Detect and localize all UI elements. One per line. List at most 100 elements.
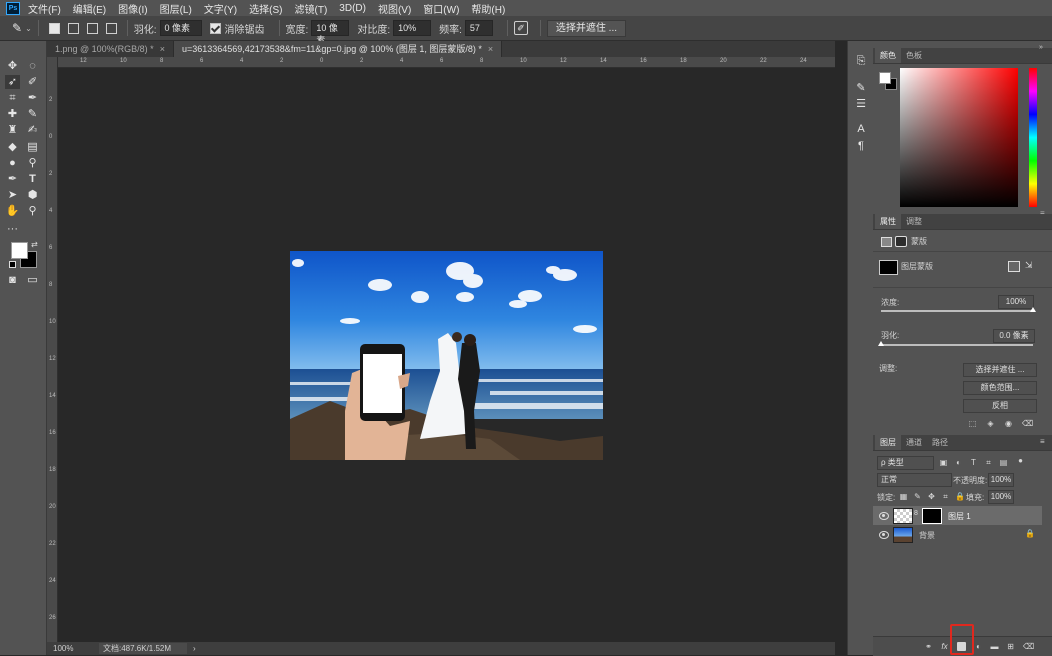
layer-row-background[interactable]: 背景 🔒 — [873, 526, 1042, 543]
antialias-checkbox[interactable] — [209, 22, 221, 34]
zoom-tool-icon[interactable]: ⚲ — [25, 204, 40, 218]
fg-color-mini-swatch[interactable] — [879, 72, 891, 84]
contrast-input[interactable]: 10% — [393, 20, 432, 36]
load-selection-icon[interactable]: ⬚ — [968, 419, 977, 428]
select-and-mask-panel-button[interactable]: 选择并遮住 ... — [963, 363, 1037, 377]
opacity-input[interactable]: 100% — [988, 473, 1014, 487]
tab-channels[interactable]: 通道 — [901, 435, 927, 450]
default-colors-icon[interactable] — [9, 261, 16, 268]
toggle-mask-visibility-icon[interactable]: ◉ — [1004, 419, 1013, 428]
pen-tool-icon[interactable]: ✒ — [5, 172, 20, 186]
menu-view[interactable]: 视图(V) — [378, 1, 411, 16]
lock-artboard-icon[interactable]: ⌗ — [941, 492, 950, 501]
menu-layer[interactable]: 图层(L) — [160, 1, 192, 16]
feather-slider-thumb[interactable] — [878, 341, 884, 346]
character-icon[interactable]: A — [854, 123, 868, 137]
link-chain-icon[interactable]: 8 — [914, 510, 918, 517]
link-icon[interactable]: ⚭ — [924, 642, 933, 651]
menu-filter[interactable]: 滤镜(T) — [295, 1, 328, 16]
select-mask-icon[interactable] — [1008, 261, 1020, 272]
type-tool-icon[interactable]: T — [25, 172, 40, 186]
eraser-tool-icon[interactable]: ◆ — [5, 140, 20, 154]
width-input[interactable]: 10 像素 — [311, 20, 350, 45]
pixel-mask-icon[interactable] — [881, 237, 892, 247]
adjustments-icon[interactable]: ☰ — [854, 97, 868, 111]
brush-settings-icon[interactable]: ✎ — [854, 81, 868, 95]
menu-image[interactable]: 图像(I) — [118, 1, 147, 16]
hand-tool-icon[interactable]: ✋ — [5, 204, 20, 218]
panel-collapse-icon[interactable]: » — [1039, 44, 1043, 51]
healing-brush-tool-icon[interactable]: ✚ — [5, 107, 20, 121]
menu-3d[interactable]: 3D(D) — [339, 3, 366, 14]
frequency-input[interactable]: 57 — [464, 20, 493, 36]
quick-select-tool-icon[interactable]: ✐ — [25, 75, 40, 89]
color-picker-field[interactable] — [900, 68, 1018, 207]
lock-transparent-icon[interactable]: ▦ — [899, 492, 908, 501]
hue-slider[interactable] — [1029, 68, 1037, 207]
lock-position-icon[interactable]: ✥ — [927, 492, 936, 501]
clone-stamp-tool-icon[interactable]: ♜ — [5, 123, 20, 137]
status-menu-arrow[interactable]: › — [193, 644, 196, 653]
tab-wedding-jpg[interactable]: u=3613364569,42173538&fm=11&gp=0.jpg @ 1… — [173, 41, 503, 57]
filter-adjustment-icon[interactable]: ◐ — [954, 458, 963, 467]
vector-mask-icon[interactable] — [895, 236, 907, 247]
menu-help[interactable]: 帮助(H) — [471, 1, 505, 16]
filter-pixel-icon[interactable]: ▣ — [939, 458, 948, 467]
new-selection-icon[interactable] — [48, 22, 60, 34]
close-icon[interactable]: × — [160, 44, 165, 54]
tab-1png[interactable]: 1.png @ 100%(RGB/8) * × — [47, 41, 174, 57]
marquee-tool-icon[interactable]: ◌ — [25, 59, 40, 73]
lasso-tool-icon[interactable]: ➶ — [5, 75, 20, 89]
swap-colors-icon[interactable]: ⇄ — [31, 240, 38, 249]
more-tools-icon[interactable]: ··· — [5, 222, 20, 236]
menu-file[interactable]: 文件(F) — [28, 1, 61, 16]
trash-icon[interactable]: ⌫ — [1023, 642, 1034, 651]
brush-tool-icon[interactable]: ✎ — [25, 107, 40, 121]
group-icon[interactable]: ▬ — [990, 642, 999, 651]
history-brush-tool-icon[interactable]: ✍ — [25, 123, 40, 137]
menu-window[interactable]: 窗口(W) — [423, 1, 459, 16]
menu-edit[interactable]: 编辑(E) — [73, 1, 106, 16]
tab-swatches[interactable]: 色板 — [901, 48, 927, 63]
quick-mask-icon[interactable]: ◙ — [5, 273, 20, 287]
mask-feather-input[interactable]: 0.0 像素 — [993, 329, 1035, 343]
move-tool-icon[interactable]: ✥ — [5, 59, 20, 73]
density-slider[interactable] — [881, 310, 1033, 312]
filter-toggle-icon[interactable]: ● — [1016, 456, 1025, 465]
fill-input[interactable]: 100% — [988, 490, 1014, 504]
document-image[interactable] — [290, 251, 603, 460]
paragraph-icon[interactable]: ¶ — [854, 140, 868, 154]
crop-tool-icon[interactable]: ⌗ — [5, 91, 20, 105]
color-range-button[interactable]: 颜色范围... — [963, 381, 1037, 395]
layers-panel-menu-icon[interactable]: ≡ — [1040, 437, 1045, 446]
tab-layers[interactable]: 图层 — [875, 435, 901, 450]
feather-slider[interactable] — [881, 344, 1033, 346]
fx-icon[interactable]: fx — [940, 642, 949, 651]
subtract-selection-icon[interactable] — [86, 22, 98, 34]
tab-properties[interactable]: 属性 — [875, 214, 901, 229]
shape-tool-icon[interactable]: ⬢ — [25, 188, 40, 202]
tool-preset-dropdown-icon[interactable]: ⌄ — [25, 24, 32, 33]
magnetic-lasso-tool-icon[interactable]: ✎ — [12, 21, 22, 35]
lock-all-icon[interactable]: 🔒 — [955, 492, 965, 501]
layer-name[interactable]: 背景 — [919, 530, 935, 541]
foreground-color-swatch[interactable] — [11, 242, 28, 259]
density-slider-thumb[interactable] — [1030, 307, 1036, 312]
path-selection-tool-icon[interactable]: ➤ — [5, 188, 20, 202]
feather-input[interactable]: 0 像素 — [159, 20, 202, 36]
filter-type-icon[interactable]: T — [969, 458, 978, 467]
zoom-level[interactable]: 100% — [53, 644, 85, 653]
blend-mode-dropdown[interactable]: 正常 — [877, 473, 952, 487]
screen-mode-icon[interactable]: ▭ — [25, 273, 40, 287]
pen-pressure-icon[interactable]: ✐ — [513, 21, 528, 35]
tab-color[interactable]: 颜色 — [875, 48, 901, 63]
add-selection-icon[interactable] — [67, 22, 79, 34]
layer-mask-thumb[interactable] — [922, 508, 942, 524]
new-layer-icon[interactable]: ⊞ — [1006, 642, 1015, 651]
visibility-eye-icon[interactable] — [879, 531, 889, 539]
layer-name[interactable]: 图层 1 — [948, 511, 971, 522]
apply-mask-bottom-icon[interactable]: ◈ — [986, 419, 995, 428]
apply-mask-icon[interactable]: ⇲ — [1025, 260, 1033, 271]
visibility-eye-icon[interactable] — [879, 512, 889, 520]
density-input[interactable]: 100% — [998, 295, 1034, 309]
